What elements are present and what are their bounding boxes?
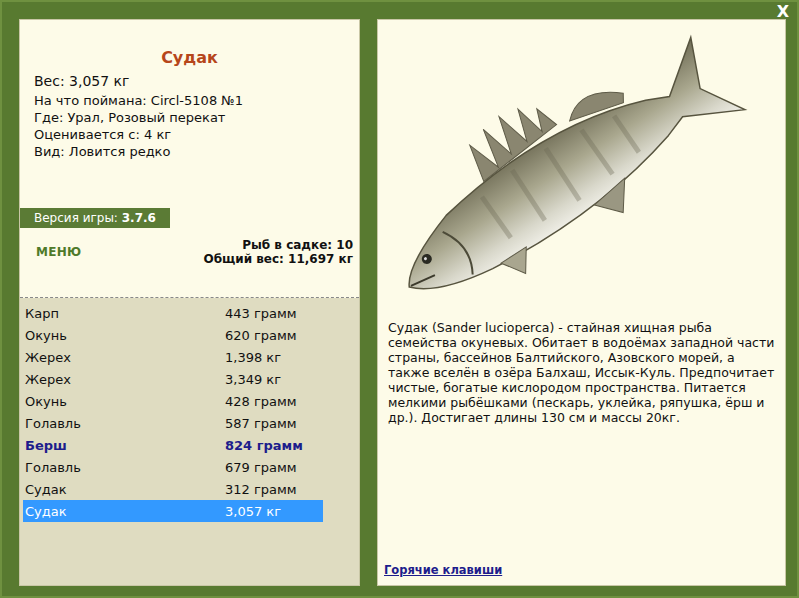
detail-line: Оценивается с: 4 кг [34, 126, 359, 143]
catch-row[interactable]: Судак3,057 кг [23, 500, 323, 522]
menu-button[interactable]: МЕНЮ [36, 245, 81, 259]
fish-weight: 312 грамм [225, 482, 323, 497]
fish-weight: 620 грамм [225, 328, 323, 343]
fish-title: Судак [20, 48, 359, 67]
fish-window: Судак Вес: 3,057 кг На что поймана: Circl-… [0, 0, 799, 598]
catch-summary: Рыб в садке: 10Общий вес: 11,697 кг [203, 238, 353, 266]
fish-weight: 824 грамм [225, 438, 323, 453]
fish-picture [384, 20, 779, 320]
left-panel: Судак Вес: 3,057 кг На что поймана: Circl-… [19, 19, 360, 586]
catch-row[interactable]: Голавль587 грамм [23, 412, 323, 434]
catch-row[interactable]: Берш824 грамм [23, 434, 323, 456]
summary-line: Рыб в садке: 10 [203, 238, 353, 252]
version-label: Версия игры: [34, 211, 122, 225]
catch-row[interactable]: Окунь428 грамм [23, 390, 323, 412]
summary-line: Общий вес: 11,697 кг [203, 252, 353, 266]
version-badge: Версия игры: 3.7.6 [20, 208, 170, 228]
right-panel: Судак (Sander lucioperca) - стайная хищн… [377, 19, 786, 586]
detail-line: Где: Урал, Розовый перекат [34, 109, 359, 126]
fish-weight: 3,057 кг [225, 504, 323, 519]
fish-name: Судак [23, 504, 225, 519]
fish-name: Голавль [23, 460, 225, 475]
hotkeys-link[interactable]: Горячие клавиши [384, 563, 779, 577]
fish-weight: 3,349 кг [225, 372, 323, 387]
fish-name: Жерех [23, 350, 225, 365]
fish-name: Берш [23, 438, 225, 453]
fish-name: Судак [23, 482, 225, 497]
fish-name: Окунь [23, 394, 225, 409]
catch-row[interactable]: Окунь620 грамм [23, 324, 323, 346]
fish-info: Судак Вес: 3,057 кг На что поймана: Circl-… [20, 20, 359, 298]
zander-icon [384, 20, 779, 320]
fish-weight: 587 грамм [225, 416, 323, 431]
fish-details: Вес: 3,057 кг На что поймана: Circl-5108 … [20, 73, 359, 160]
detail-line: Вид: Ловится редко [34, 143, 359, 160]
fish-weight: 443 грамм [225, 306, 323, 321]
catch-row[interactable]: Жерех3,349 кг [23, 368, 323, 390]
close-button[interactable]: X [777, 2, 789, 21]
detail-line: Вес: 3,057 кг [34, 73, 359, 90]
fish-name: Голавль [23, 416, 225, 431]
catch-row[interactable]: Судак312 грамм [23, 478, 323, 500]
catch-row[interactable]: Карп443 грамм [23, 302, 323, 324]
detail-line: На что поймана: Circl-5108 №1 [34, 92, 359, 109]
fish-weight: 428 грамм [225, 394, 323, 409]
fish-name: Жерех [23, 372, 225, 387]
fish-weight: 1,398 кг [225, 350, 323, 365]
catch-row[interactable]: Голавль679 грамм [23, 456, 323, 478]
fish-description: Судак (Sander lucioperca) - стайная хищн… [384, 320, 779, 425]
version-value: 3.7.6 [122, 211, 156, 225]
fish-name: Окунь [23, 328, 225, 343]
catch-row[interactable]: Жерех1,398 кг [23, 346, 323, 368]
fish-weight: 679 грамм [225, 460, 323, 475]
fish-name: Карп [23, 306, 225, 321]
catch-list: Карп443 граммОкунь620 граммЖерех1,398 кг… [20, 298, 359, 585]
menu-row: МЕНЮ Рыб в садке: 10Общий вес: 11,697 кг [20, 228, 359, 266]
